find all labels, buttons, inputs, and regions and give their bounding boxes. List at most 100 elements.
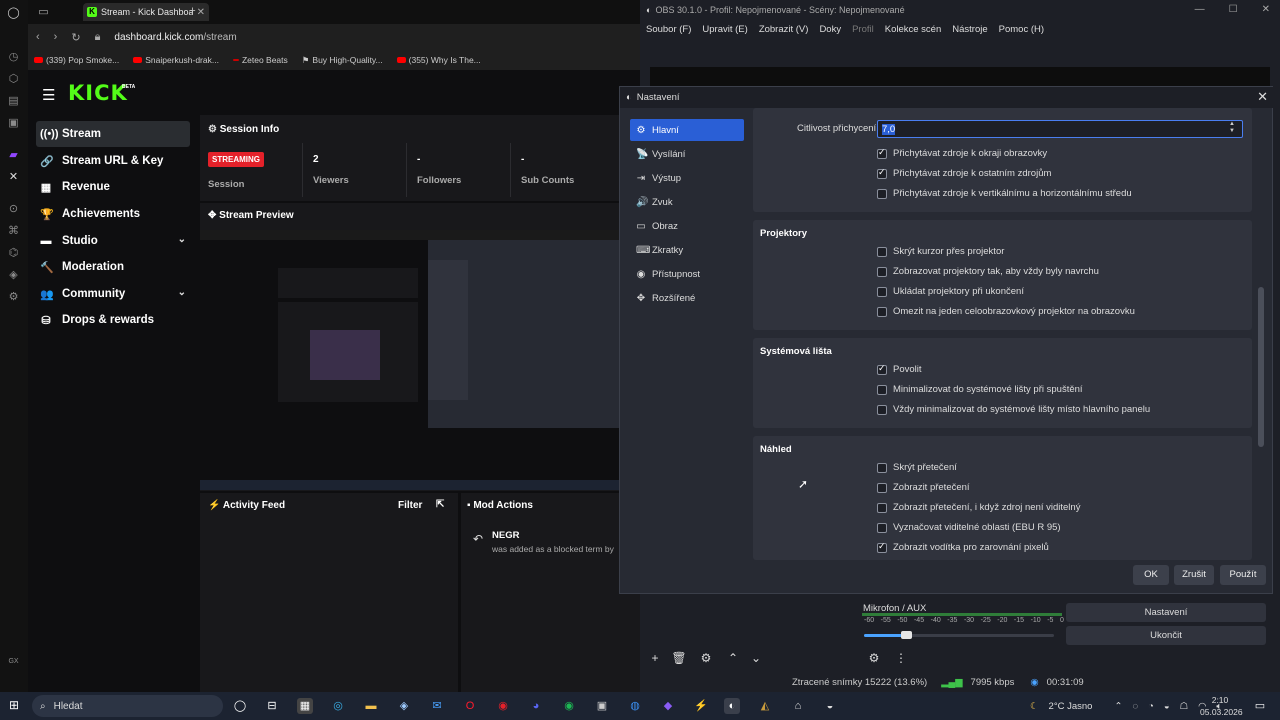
single-fullscreen-checkbox[interactable]: Omezit na jeden celoobrazovkový projekto… [877, 306, 1135, 317]
chevron-up-icon[interactable]: ⌃ [1114, 701, 1122, 712]
tray-minimize-start-checkbox[interactable]: Minimalizovat do systémové lišty při spu… [877, 384, 1083, 395]
messenger-icon[interactable]: ▣ [6, 116, 21, 131]
edge-icon[interactable]: ◎ [330, 698, 346, 714]
checkbox[interactable] [877, 462, 887, 473]
store-icon[interactable]: ▦ [297, 698, 313, 714]
obs-icon[interactable]: ◐ [724, 698, 740, 714]
tray-icon[interactable]: ◌ [1132, 701, 1138, 712]
game-icon[interactable]: ◭ [757, 698, 773, 714]
obs-preview-canvas[interactable] [650, 67, 1270, 87]
menu-help[interactable]: Pomoc (H) [999, 24, 1044, 35]
app-icon[interactable]: ◍ [627, 698, 643, 714]
minimize-icon[interactable]: — [1195, 4, 1205, 15]
volume-handle[interactable] [900, 631, 912, 639]
settings-tab-hotkeys[interactable]: ⌨ Zkratky [630, 239, 744, 261]
windows-start-icon[interactable]: ⊞ [9, 699, 22, 712]
mail-icon[interactable]: ✉ [429, 698, 445, 714]
tray-icon[interactable]: ◔ [1148, 701, 1154, 712]
checkbox[interactable] [877, 306, 887, 317]
ok-button[interactable]: OK [1133, 565, 1169, 585]
history-icon[interactable]: ◷ [6, 50, 21, 65]
checkbox[interactable] [877, 384, 887, 395]
save-projectors-checkbox[interactable]: Ukládat projektory při ukončení [877, 286, 1024, 297]
app-icon[interactable]: ◒ [822, 698, 838, 714]
settings-tab-audio[interactable]: 🔊 Zvuk [630, 191, 744, 213]
close-icon[interactable]: ✕ [1262, 4, 1270, 15]
kick-logo[interactable]: KICK [68, 81, 128, 105]
discord-icon[interactable]: ◈ [6, 268, 21, 283]
tray-always-minimize-checkbox[interactable]: Vždy minimalizovat do systémové lišty mí… [877, 404, 1150, 415]
checkbox[interactable] [877, 404, 887, 415]
tray-enable-checkbox[interactable]: Povolit [877, 363, 922, 375]
gx-icon[interactable]: GX [6, 654, 21, 669]
settings-tab-accessibility[interactable]: ◉ Přístupnost [630, 263, 744, 285]
checkbox[interactable] [877, 147, 887, 159]
menu-scene-collection[interactable]: Kolekce scén [885, 24, 942, 35]
settings-scrollbar[interactable] [1258, 287, 1264, 447]
notifications-icon[interactable]: ▭ [1252, 698, 1268, 714]
x-icon[interactable]: ✕ [6, 170, 21, 185]
discord-icon[interactable]: ◕ [528, 698, 544, 714]
checkbox[interactable] [877, 541, 887, 553]
app-icon[interactable]: ⌂ [790, 698, 806, 714]
back-icon[interactable]: ‹ [36, 31, 40, 43]
maximize-icon[interactable]: ☐ [1229, 4, 1238, 15]
menu-docks[interactable]: Doky [819, 24, 841, 35]
popout-icon[interactable]: ⇱ [436, 499, 444, 510]
close-icon[interactable]: ✕ [1257, 89, 1268, 105]
nav-moderation[interactable]: 🔨 Moderation [36, 254, 190, 280]
steam-icon[interactable]: ◈ [396, 698, 412, 714]
menu-icon[interactable]: ☰ [42, 86, 55, 104]
checkbox[interactable] [877, 363, 887, 375]
nav-stream[interactable]: ((•)) Stream [36, 121, 190, 147]
checkbox[interactable] [877, 502, 887, 513]
reload-icon[interactable]: ↻ [71, 31, 80, 44]
explorer-icon[interactable]: ▬ [363, 698, 379, 714]
url-field[interactable]: dashboard.kick.com/stream [114, 32, 236, 43]
nav-studio[interactable]: ▬ Studio ⌄ [36, 228, 190, 254]
aria-icon[interactable]: ⌬ [6, 246, 21, 261]
chevron-down-icon[interactable]: ⌄ [178, 287, 186, 298]
wallet-icon[interactable]: ▤ [6, 94, 21, 109]
settings-tab-video[interactable]: ▭ Obraz [630, 215, 744, 237]
network-icon[interactable]: ☖ [1180, 701, 1189, 712]
snap-sources-checkbox[interactable]: Přichytávat zdroje k ostatním zdrojům [877, 167, 1051, 179]
spotify-icon[interactable]: ◉ [561, 698, 577, 714]
spacing-helpers-checkbox[interactable]: Zobrazit vodítka pro zarovnání pixelů [877, 541, 1049, 553]
filter-button[interactable]: Filter [398, 500, 422, 511]
snap-edges-checkbox[interactable]: Přichytávat zdroje k okraji obrazovky [877, 147, 1047, 159]
nav-stream-url-key[interactable]: 🔗 Stream URL & Key [36, 148, 190, 174]
pinboard-icon[interactable]: ⌘ [6, 224, 21, 239]
twitch-icon[interactable]: ▰ [6, 148, 21, 163]
chevron-down-icon[interactable]: ⌄ [178, 234, 186, 245]
checkbox[interactable] [877, 522, 887, 533]
checkbox[interactable] [877, 482, 887, 493]
widgets-icon[interactable]: ⊟ [264, 698, 280, 714]
spinner-arrows-icon[interactable]: ▲ ▼ [1229, 121, 1235, 135]
bookmark-item[interactable]: (355) Why Is The... [396, 55, 481, 65]
trash-icon[interactable]: 🗑 [671, 650, 687, 666]
checkbox[interactable] [877, 188, 887, 199]
app-icon[interactable]: ▣ [594, 698, 610, 714]
menu-view[interactable]: Zobrazit (V) [759, 24, 809, 35]
opera-logo-icon[interactable]: ◯ [6, 6, 21, 21]
hide-overflow-checkbox[interactable]: Skrýt přetečení [877, 462, 957, 473]
tab-overview-icon[interactable]: ▭ [36, 5, 51, 20]
nav-achievements[interactable]: 🏆 Achievements [36, 201, 190, 227]
tray-icon[interactable]: ◒ [1164, 701, 1170, 712]
app-icon[interactable]: ⚡ [693, 698, 709, 714]
weather-icon[interactable]: ☾ [1030, 701, 1039, 712]
apply-button[interactable]: Použít [1220, 565, 1266, 585]
safe-areas-checkbox[interactable]: Vyznačovat viditelné oblasti (EBU R 95) [877, 522, 1061, 533]
forward-icon[interactable]: › [54, 31, 58, 43]
new-tab-icon[interactable]: + [185, 4, 200, 19]
clock[interactable]: 2:10 05.03.2026 [1200, 694, 1243, 718]
menu-edit[interactable]: Upravit (E) [702, 24, 747, 35]
show-overflow-checkbox[interactable]: Zobrazit přetečení [877, 482, 970, 493]
menu-profile[interactable]: Profil [852, 24, 874, 35]
settings-tab-output[interactable]: ⇥ Výstup [630, 167, 744, 189]
bookmark-item[interactable]: Zeteo Beats [232, 55, 288, 65]
nav-revenue[interactable]: ▦ Revenue [36, 174, 190, 200]
hide-cursor-checkbox[interactable]: Skrýt kurzor přes projektor [877, 246, 1004, 257]
weather-text[interactable]: 2°C Jasno [1049, 701, 1093, 712]
